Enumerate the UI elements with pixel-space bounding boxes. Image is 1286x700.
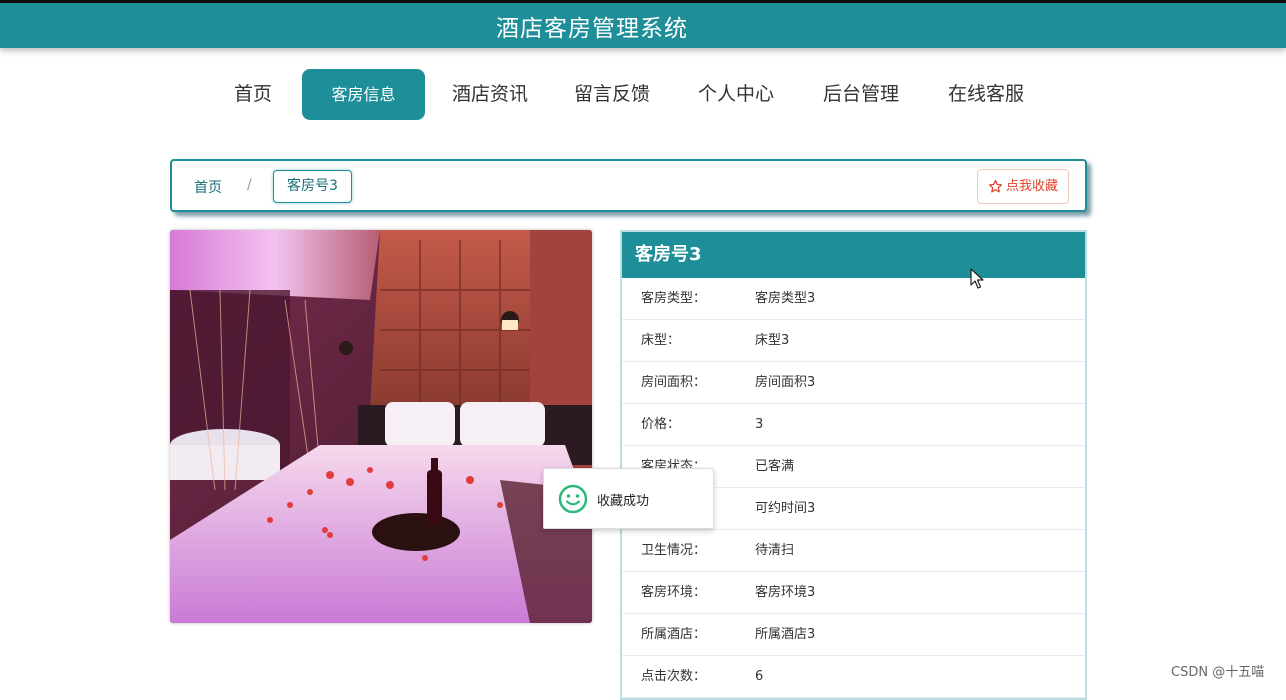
field-value: 房间面积3 bbox=[755, 375, 816, 390]
room-title: 客房号3 bbox=[622, 232, 1085, 278]
toast-notification: 收藏成功 bbox=[543, 468, 714, 529]
info-row-price: 价格： 3 bbox=[622, 404, 1085, 446]
field-label: 卫生情况： bbox=[641, 543, 707, 558]
main-nav: 首页 客房信息 酒店资讯 留言反馈 个人中心 后台管理 在线客服 bbox=[0, 69, 1286, 121]
site-header: 酒店客房管理系统 bbox=[0, 3, 1286, 48]
field-label: 价格： bbox=[641, 417, 681, 432]
field-label: 床型： bbox=[641, 333, 681, 348]
field-label: 点击次数： bbox=[641, 669, 707, 684]
star-outline-icon bbox=[988, 179, 1003, 193]
field-value: 已客满 bbox=[755, 459, 795, 474]
nav-item-feedback[interactable]: 留言反馈 bbox=[574, 69, 650, 120]
favorite-button[interactable]: 点我收藏 bbox=[977, 169, 1070, 204]
breadcrumb: 首页 / 客房号3 点我收藏 bbox=[170, 159, 1087, 212]
info-row-room-type: 客房类型： 客房类型3 bbox=[622, 278, 1085, 320]
room-photo bbox=[170, 230, 592, 623]
mouse-cursor-icon bbox=[970, 268, 984, 289]
nav-item-profile[interactable]: 个人中心 bbox=[698, 69, 774, 120]
field-value: 客房环境3 bbox=[755, 585, 816, 600]
nav-item-rooms[interactable]: 客房信息 bbox=[302, 69, 425, 120]
site-title: 酒店客房管理系统 bbox=[496, 16, 688, 42]
info-row-environment: 客房环境： 客房环境3 bbox=[622, 572, 1085, 614]
field-value: 待清扫 bbox=[755, 543, 795, 558]
info-row-bed-type: 床型： 床型3 bbox=[622, 320, 1085, 362]
field-value: 6 bbox=[755, 669, 764, 684]
breadcrumb-current: 客房号3 bbox=[273, 170, 352, 203]
nav-item-news[interactable]: 酒店资讯 bbox=[452, 69, 528, 120]
nav-item-home[interactable]: 首页 bbox=[234, 69, 272, 120]
toast-message: 收藏成功 bbox=[597, 494, 650, 509]
field-value: 可约时间3 bbox=[755, 501, 816, 516]
field-value: 所属酒店3 bbox=[755, 627, 816, 642]
breadcrumb-home-link[interactable]: 首页 bbox=[194, 177, 222, 197]
breadcrumb-separator: / bbox=[247, 177, 252, 193]
field-value: 客房类型3 bbox=[755, 291, 816, 306]
nav-item-support[interactable]: 在线客服 bbox=[948, 69, 1024, 120]
info-row-room-area: 房间面积： 房间面积3 bbox=[622, 362, 1085, 404]
field-label: 客房类型： bbox=[641, 291, 707, 306]
field-value: 3 bbox=[755, 417, 764, 432]
watermark-text: CSDN @十五喵 bbox=[1171, 665, 1265, 680]
field-value: 床型3 bbox=[755, 333, 790, 348]
field-label: 房间面积： bbox=[641, 375, 707, 390]
field-label: 所属酒店： bbox=[641, 627, 707, 642]
info-row-click-count: 点击次数： 6 bbox=[622, 656, 1085, 698]
favorite-button-label: 点我收藏 bbox=[1006, 179, 1059, 194]
smile-icon bbox=[558, 484, 588, 514]
field-label: 客房环境： bbox=[641, 585, 707, 600]
info-row-hotel: 所属酒店： 所属酒店3 bbox=[622, 614, 1085, 656]
nav-item-admin[interactable]: 后台管理 bbox=[823, 69, 899, 120]
room-info-panel: 客房号3 客房类型： 客房类型3 床型： 床型3 房间面积： 房间面积3 价格：… bbox=[620, 230, 1087, 700]
info-row-hygiene: 卫生情况： 待清扫 bbox=[622, 530, 1085, 572]
